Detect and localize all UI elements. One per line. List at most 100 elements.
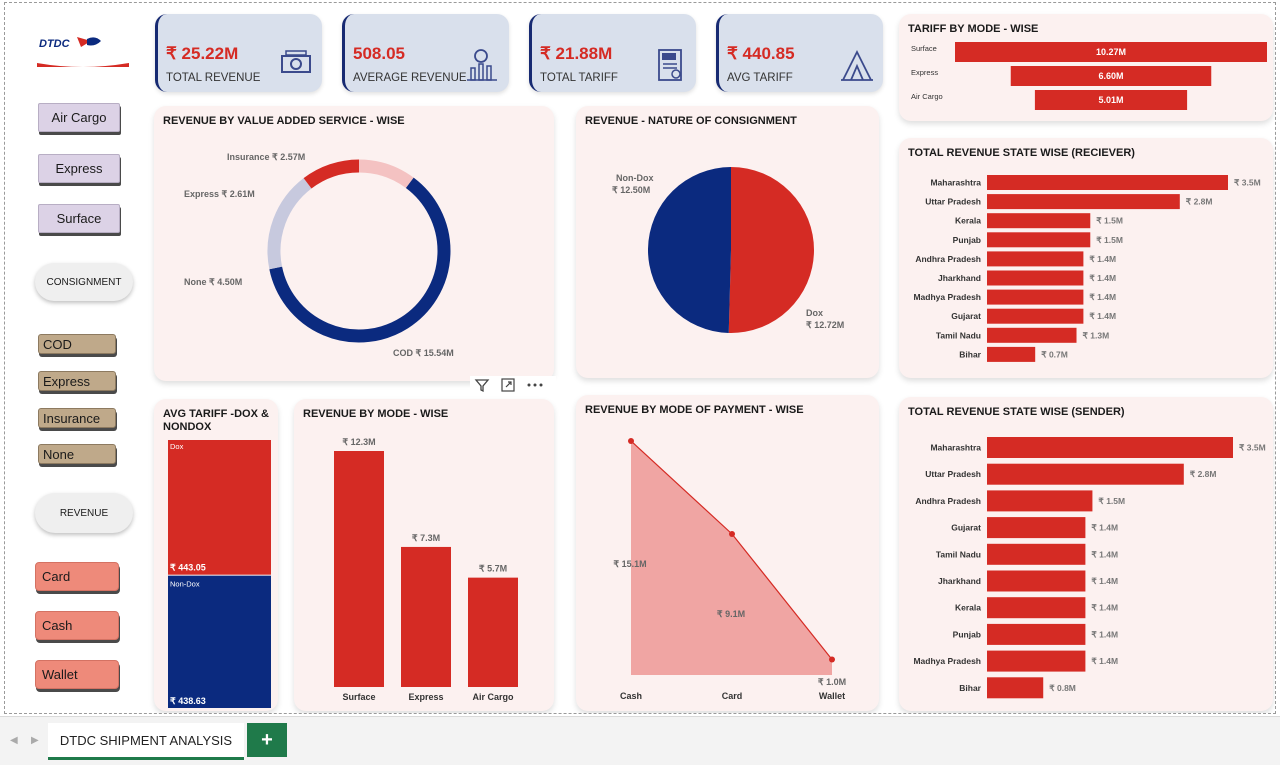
kpi-value: ₹ 440.85: [727, 44, 795, 63]
kpi-total-tariff: ₹ 21.88M TOTAL TARIFF: [529, 14, 696, 92]
tick-label: Kerala: [955, 603, 981, 613]
data-label: ₹ 1.5M: [1096, 216, 1123, 226]
data-label: ₹ 1.4M: [1089, 273, 1116, 283]
tick-label: Express: [408, 692, 443, 702]
more-options-icon[interactable]: [526, 377, 544, 398]
data-label: ₹ 1.4M: [1091, 576, 1118, 586]
data-label: ₹ 12.72M: [806, 320, 844, 330]
tick-label: Madhya Pradesh: [913, 292, 981, 302]
data-label: ₹ 1.4M: [1089, 254, 1116, 264]
bar: [987, 677, 1044, 699]
data-label: ₹ 2.8M: [1190, 469, 1217, 479]
add-page-button[interactable]: +: [247, 723, 287, 757]
slicer-payment-wallet[interactable]: Wallet: [35, 660, 119, 689]
kpi-value: ₹ 25.22M: [166, 44, 239, 63]
tick-label: Surface: [911, 44, 937, 53]
growth-chart-icon: [467, 48, 499, 87]
bar: [987, 570, 1086, 592]
slicer-consignment-cod[interactable]: COD: [38, 334, 116, 354]
revenue-by-mode-chart: ₹ 12.3M Surface ₹ 7.3M Express ₹ 5.7M Air Car…: [334, 437, 518, 702]
bar: [987, 597, 1086, 619]
report-canvas: DTDC ₹ 25.22M TOTAL REVENUE 508.05 AVERA…: [4, 2, 1276, 714]
svg-text:DTDC: DTDC: [39, 38, 71, 50]
bar: [401, 546, 451, 687]
tick-label: Jharkhand: [938, 576, 981, 586]
consignment-pie-chart: Dox ₹ 12.72M Non-Dox ₹ 12.50M: [612, 167, 844, 333]
data-label: ₹ 2.8M: [1186, 197, 1213, 207]
filter-icon[interactable]: [474, 377, 490, 398]
scroll-right-icon[interactable]: ▶: [31, 735, 39, 746]
slicer-consignment-none[interactable]: None: [38, 444, 116, 464]
data-label: 5.01M: [1098, 95, 1123, 105]
bar: [987, 490, 1093, 512]
donut-slice: [267, 178, 312, 270]
data-point: [628, 438, 634, 444]
tab-dtdc-shipment-analysis[interactable]: DTDC SHIPMENT ANALYSIS: [48, 723, 244, 760]
focus-mode-icon[interactable]: [500, 377, 516, 398]
data-label: Express ₹ 2.61M: [184, 189, 255, 199]
data-label: ₹ 1.4M: [1091, 549, 1118, 559]
bar: [987, 308, 1084, 324]
tick-label: Surface: [342, 692, 375, 702]
bar: [987, 251, 1084, 267]
kpi-value: ₹ 21.88M: [540, 44, 613, 63]
data-label: ₹ 7.3M: [412, 533, 440, 543]
data-point: [729, 530, 735, 537]
data-label: ₹ 438.63: [170, 696, 206, 706]
data-label: ₹ 1.5M: [1096, 235, 1123, 245]
tax-document-icon: [656, 48, 686, 87]
data-label: ₹ 15.1M: [613, 559, 646, 569]
slicer-payment-card[interactable]: Card: [35, 562, 119, 591]
kpi-label: TOTAL REVENUE: [166, 72, 261, 84]
bar: [987, 437, 1233, 458]
tick-label: Kerala: [955, 216, 981, 226]
data-label: ₹ 12.50M: [612, 185, 650, 195]
slicer-payment-cash[interactable]: Cash: [35, 611, 119, 640]
data-label: ₹ 443.05: [170, 563, 206, 573]
receiver-state-chart: Maharashtra ₹ 3.5M Uttar Pradesh ₹ 2.8M Kera…: [913, 175, 1261, 362]
tick-label: Uttar Pradesh: [925, 469, 981, 479]
dtdc-logo: DTDC: [35, 31, 131, 71]
revenue-slicer-header[interactable]: REVENUE: [35, 493, 133, 533]
tick-label: Air Cargo: [911, 92, 943, 101]
tick-label: Express: [911, 68, 938, 77]
slicer-mode-surface[interactable]: Surface: [38, 204, 120, 233]
donut-slice: [269, 177, 451, 343]
data-label: ₹ 1.4M: [1091, 603, 1118, 613]
scroll-left-icon[interactable]: ◀: [10, 735, 18, 746]
data-label: ₹ 3.5M: [1234, 178, 1261, 188]
tick-label: Punjab: [953, 629, 981, 639]
bar: [987, 327, 1077, 343]
kpi-avg-tariff: ₹ 440.85 AVG TARIFF: [716, 14, 883, 92]
tariff-by-mode-card: TARIFF BY MODE - WISE Surface 10.27M Expre…: [899, 14, 1273, 121]
tick-label: Card: [722, 691, 743, 701]
area-fill: [631, 441, 832, 675]
consignment-slicer-header[interactable]: CONSIGNMENT: [35, 263, 133, 301]
vas-revenue-card: REVENUE BY VALUE ADDED SERVICE - WISE CO…: [154, 106, 554, 381]
avg-tariff-stacked-chart: Dox ₹ 443.05 Non-Dox ₹ 438.63: [168, 440, 271, 708]
bar: [987, 194, 1180, 210]
bar-segment: [168, 575, 271, 708]
money-icon: [280, 48, 312, 83]
data-point: [829, 656, 835, 663]
tick-label: Andhra Pradesh: [915, 254, 981, 264]
receiver-state-card: TOTAL REVENUE STATE WISE (RECIEVER) Maha…: [899, 138, 1273, 378]
payment-mode-card: REVENUE BY MODE OF PAYMENT - WISE ₹ 15.1…: [576, 395, 879, 711]
bar: [987, 175, 1228, 190]
bar: [987, 270, 1084, 286]
bar: [987, 232, 1091, 248]
tick-label: Tamil Nadu: [936, 330, 981, 340]
slicer-consignment-express[interactable]: Express: [38, 371, 116, 391]
slicer-mode-express[interactable]: Express: [38, 154, 120, 183]
data-label: 10.27M: [1096, 47, 1126, 57]
slicer-mode-air-cargo[interactable]: Air Cargo: [38, 103, 120, 132]
sheet-tab-bar: ◀ ▶ DTDC SHIPMENT ANALYSIS +: [0, 716, 1280, 765]
tick-label: Bihar: [959, 349, 981, 359]
slicer-consignment-insurance[interactable]: Insurance: [38, 408, 116, 428]
tick-label: Maharashtra: [930, 178, 981, 188]
data-label: ₹ 9.1M: [717, 609, 745, 619]
bar: [987, 289, 1084, 305]
data-label: COD ₹ 15.54M: [393, 348, 454, 358]
data-label: ₹ 1.5M: [1098, 496, 1125, 506]
data-label: 6.60M: [1098, 71, 1123, 81]
